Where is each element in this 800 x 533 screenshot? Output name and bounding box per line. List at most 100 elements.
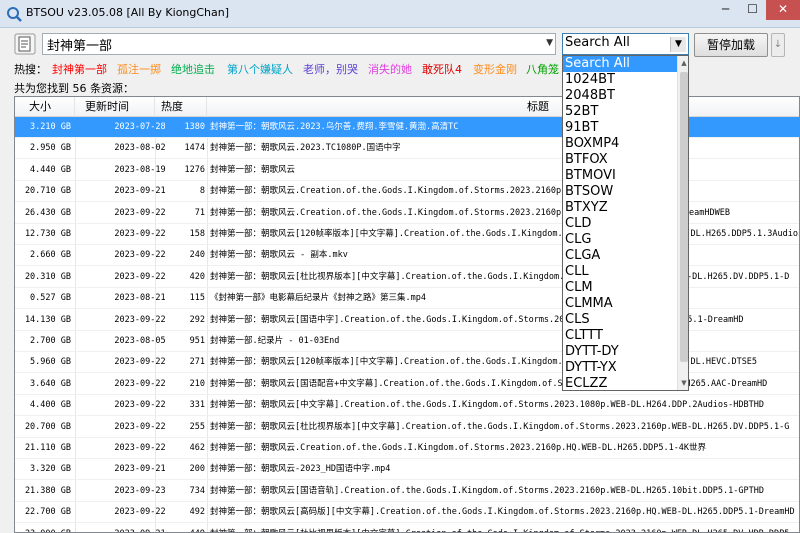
cell-heat: 71 <box>194 207 205 218</box>
chevron-down-icon[interactable]: ▼ <box>670 37 686 52</box>
search-input[interactable]: 封神第一部 ▼ <box>42 33 556 55</box>
dropdown-option[interactable]: Search All <box>563 56 677 72</box>
cell-title: 封神第一部：朝歌风云[120帧率版本][中文字幕].Creation.of.th… <box>210 229 799 239</box>
hot-search-item[interactable]: 老师，别哭 <box>303 61 358 77</box>
cell-heat: 331 <box>189 400 205 411</box>
dropdown-option[interactable]: CLGA <box>563 248 677 264</box>
source-select[interactable]: Search All ▼ <box>562 33 689 55</box>
table-row[interactable]: 22.700 GB 2023-09-22 492 封神第一部：朝歌风云[高码版][中文… <box>15 502 799 524</box>
cell-heat: 8 <box>199 186 205 197</box>
cell-heat: 210 <box>189 378 205 389</box>
cell-heat: 462 <box>189 443 205 453</box>
dropdown-option[interactable]: CLL <box>563 264 677 280</box>
hot-search-item[interactable]: 绝地追击 <box>171 61 215 77</box>
cell-heat: 271 <box>189 357 205 368</box>
app-icon <box>7 7 22 22</box>
pause-loading-button[interactable]: 暂停加载 <box>694 33 768 57</box>
cell-title: 封神第一部：朝歌风云[高码版][中文字幕].Creation.of.the.Go… <box>210 507 795 518</box>
dropdown-option[interactable]: BOXMP4 <box>563 136 677 152</box>
cell-title: 封神第一部：朝歌风云.Creation.of.the.Gods.I.Kingdo… <box>210 443 707 453</box>
cell-size: 21.110 GB <box>24 443 71 453</box>
cell-title: 封神第一部：朝歌风云 <box>210 164 296 175</box>
minimize-button[interactable]: ─ <box>712 0 739 20</box>
hot-search-item[interactable]: 敢死队4 <box>422 61 462 77</box>
cell-heat: 200 <box>189 464 205 475</box>
table-row[interactable]: 20.700 GB 2023-09-22 255 封神第一部：朝歌风云[杜比视界版本]… <box>15 417 799 438</box>
dropdown-scrollbar[interactable]: ▲ ▼ <box>677 56 688 390</box>
column-header-title[interactable]: 标题 <box>207 97 799 117</box>
scrollbar-thumb[interactable] <box>680 72 688 362</box>
close-button[interactable]: ✕ <box>766 0 800 20</box>
dropdown-option[interactable]: 52BT <box>563 104 677 120</box>
cell-heat: 115 <box>189 293 205 304</box>
cell-heat: 1276 <box>184 164 205 175</box>
source-select-value: Search All <box>565 35 630 50</box>
scroll-up-icon[interactable]: ▲ <box>678 56 688 70</box>
column-header-heat[interactable]: 热度 <box>155 97 207 117</box>
dropdown-option[interactable]: DYTT-YX <box>563 360 677 376</box>
column-header-date[interactable]: 更新时间 <box>75 97 155 117</box>
dropdown-option[interactable]: CLM <box>563 280 677 296</box>
cell-title: 封神第一部：朝歌风云.Creation.of.the.Gods.I.Kingdo… <box>210 186 623 197</box>
hot-search-item[interactable]: 八角笼 <box>526 61 559 77</box>
dropdown-option[interactable]: CLG <box>563 232 677 248</box>
cell-title: 封神第一部：朝歌风云-2023_HD国语中字.mp4 <box>210 464 391 475</box>
hot-search-item[interactable]: 变形金刚 <box>473 61 517 77</box>
cell-title: 封神第一部：朝歌风云[国语音轨].Creation.of.the.Gods.I.… <box>210 485 764 496</box>
cell-heat: 1380 <box>184 122 205 132</box>
dropdown-option[interactable]: BTSOW <box>563 184 677 200</box>
dropdown-option[interactable]: BTFOX <box>563 152 677 168</box>
dropdown-option[interactable]: 91BT <box>563 120 677 136</box>
cell-title: 封神第一部：朝歌风云[杜比视界版本][中文字幕].Creation.of.the… <box>209 524 799 532</box>
cell-title: 封神第一部.纪录片 - 01-03End <box>210 336 340 346</box>
dropdown-option[interactable]: ECLZZ <box>563 376 677 390</box>
cell-title: 封神第一部：朝歌风云[120帧率版本][中文字幕].Creation.of.th… <box>210 357 758 368</box>
cell-heat: 292 <box>189 314 205 325</box>
table-row[interactable]: 23.000 GB2023-09-21449封神第一部：朝歌风云[杜比视界版本]… <box>15 524 799 532</box>
cell-size: 2.700 GB <box>30 336 71 346</box>
dropdown-option[interactable]: CLMMA <box>563 296 677 312</box>
download-arrow-button[interactable]: ↓ <box>771 33 785 57</box>
search-icon[interactable] <box>14 33 36 55</box>
scroll-down-icon[interactable]: ▼ <box>678 376 688 390</box>
table-row[interactable]: 21.380 GB 2023-09-23 734 封神第一部：朝歌风云[国语音轨].C… <box>15 481 799 502</box>
dropdown-option[interactable]: CLD <box>563 216 677 232</box>
cell-title: 封神第一部：朝歌风云 - 副本.mkv <box>210 250 348 261</box>
hot-search-item[interactable]: 消失的她 <box>368 61 412 77</box>
column-header-size[interactable]: 大小 <box>15 97 75 117</box>
cell-size: 12.730 GB <box>24 229 71 239</box>
cell-title: 封神第一部：朝歌风云[国语中字].Creation.of.the.Gods.I.… <box>210 314 744 325</box>
search-input-value: 封神第一部 <box>47 39 113 54</box>
table-row[interactable]: 3.320 GB 2023-09-21 200 封神第一部：朝歌风云-2023_HD国… <box>15 459 799 481</box>
dropdown-option[interactable]: 1024BT <box>563 72 677 88</box>
cell-heat: 420 <box>189 271 205 282</box>
maximize-button[interactable]: ☐ <box>739 0 766 20</box>
cell-title: 封神第一部：朝歌风云[杜比视界版本][中文字幕].Creation.of.the… <box>210 271 790 282</box>
hot-search-item[interactable]: 第八个嫌疑人 <box>227 61 293 77</box>
search-history-chevron-down-icon[interactable]: ▼ <box>546 38 553 48</box>
hot-search-item[interactable]: 封神第一部 <box>52 61 107 77</box>
cell-size: 14.130 GB <box>24 314 71 325</box>
dropdown-option[interactable]: BTMOVI <box>563 168 677 184</box>
cell-size: 20.310 GB <box>24 271 71 282</box>
cell-size: 20.700 GB <box>24 421 71 432</box>
dropdown-option[interactable]: 2048BT <box>563 88 677 104</box>
dropdown-option[interactable]: BTXYZ <box>563 200 677 216</box>
cell-heat: 1474 <box>184 143 205 154</box>
hot-search-item[interactable]: 孤注一掷 <box>117 61 161 77</box>
cell-title: 封神第一部：朝歌风云[中文字幕].Creation.of.the.Gods.I.… <box>210 400 764 411</box>
cell-title: 《封神第一部》电影幕后纪录片《封神之路》第三集.mp4 <box>210 293 426 304</box>
dropdown-option[interactable]: CLTTT <box>563 328 677 344</box>
table-row[interactable]: 21.110 GB 2023-09-22 462 封神第一部：朝歌风云.Creatio… <box>15 438 799 459</box>
cell-size: 23.000 GB <box>15 524 73 532</box>
cell-size: 20.710 GB <box>24 186 71 197</box>
table-row[interactable]: 4.400 GB 2023-09-22 331 封神第一部：朝歌风云[中文字幕].Cr… <box>15 395 799 417</box>
cell-title: 封神第一部：朝歌风云.2023.乌尔善.费翔.李雪健.黄渤.高清TC <box>210 122 459 132</box>
cell-size: 3.210 GB <box>30 122 71 132</box>
dropdown-option[interactable]: CLS <box>563 312 677 328</box>
dropdown-option[interactable]: DYTT-DY <box>563 344 677 360</box>
cell-size: 22.700 GB <box>24 507 71 518</box>
cell-heat: 240 <box>189 250 205 261</box>
cell-heat: 449 <box>155 524 205 532</box>
cell-size: 2.950 GB <box>30 143 71 154</box>
